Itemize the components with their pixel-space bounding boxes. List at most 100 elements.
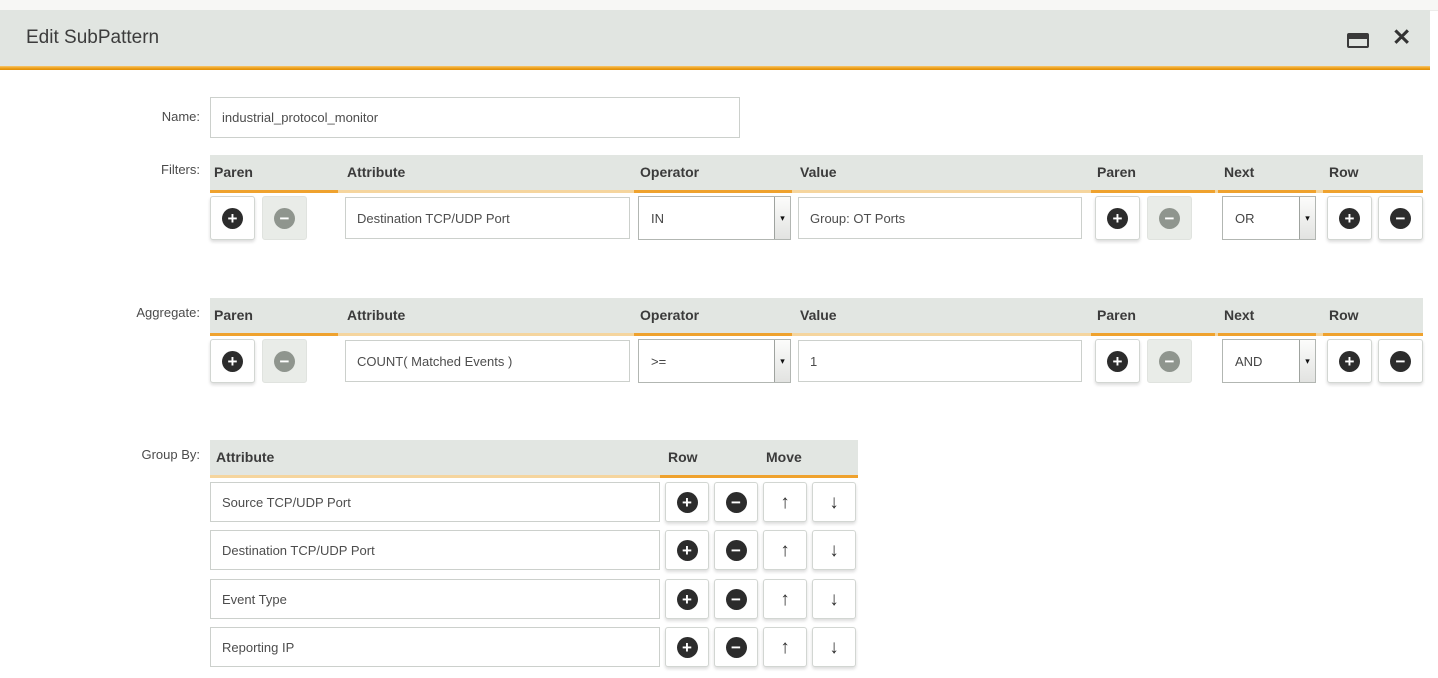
arrow-up-icon: ↑ (780, 541, 790, 560)
groupby-row-2-remove-button[interactable]: − (714, 530, 758, 570)
minus-icon: − (274, 351, 295, 372)
dropdown-arrow-icon: ▾ (1299, 197, 1315, 239)
aggregate-header-operator: Operator (640, 298, 699, 333)
groupby-label: Group By: (40, 447, 200, 463)
aggregate-paren-right-add-button[interactable]: + (1095, 339, 1140, 383)
dropdown-arrow-icon: ▾ (774, 340, 790, 382)
filters-paren-right-add-button[interactable]: + (1095, 196, 1140, 240)
filters-next-value: OR (1223, 197, 1299, 239)
plus-icon: + (677, 492, 698, 513)
aggregate-header-value: Value (800, 298, 837, 333)
aggregate-header-paren-left: Paren (214, 298, 253, 333)
aggregate-operator-select[interactable]: >= ▾ (638, 339, 791, 383)
plus-icon: + (1339, 351, 1360, 372)
aggregate-underline-paren-right (1091, 333, 1215, 336)
filters-underline-row (1323, 190, 1423, 193)
groupby-row-3-add-button[interactable]: + (665, 579, 709, 619)
aggregate-row-add-button[interactable]: + (1327, 339, 1372, 383)
aggregate-header-next: Next (1224, 298, 1254, 333)
dropdown-arrow-icon: ▾ (1299, 340, 1315, 382)
groupby-row-2-move-down-button[interactable]: ↓ (812, 530, 856, 570)
minus-icon: − (726, 492, 747, 513)
minus-icon: − (726, 540, 747, 561)
filters-header-operator: Operator (640, 155, 699, 190)
filters-paren-left-add-button[interactable]: + (210, 196, 255, 240)
filters-label: Filters: (40, 162, 200, 178)
minus-icon: − (1390, 208, 1411, 229)
dialog-title: Edit SubPattern (26, 10, 159, 66)
groupby-row-4-move-down-button[interactable]: ↓ (812, 627, 856, 667)
aggregate-next-value: AND (1223, 340, 1299, 382)
aggregate-header-attribute: Attribute (347, 298, 405, 333)
aggregate-header-row: Row (1329, 298, 1359, 333)
name-input[interactable] (210, 97, 740, 138)
groupby-underline-row-move (660, 475, 858, 478)
arrow-down-icon: ↓ (829, 541, 839, 560)
groupby-row-3-attribute-input[interactable] (210, 579, 660, 619)
groupby-row-3-move-up-button[interactable]: ↑ (763, 579, 807, 619)
aggregate-label: Aggregate: (40, 305, 200, 321)
filters-row-add-button[interactable]: + (1327, 196, 1372, 240)
groupby-row-4-move-up-button[interactable]: ↑ (763, 627, 807, 667)
groupby-row-4-add-button[interactable]: + (665, 627, 709, 667)
aggregate-value-input[interactable] (798, 340, 1082, 382)
groupby-header-bar: Attribute Row Move (210, 440, 858, 475)
groupby-row-4-remove-button[interactable]: − (714, 627, 758, 667)
aggregate-paren-right-remove-button[interactable]: − (1147, 339, 1192, 383)
groupby-row-3-remove-button[interactable]: − (714, 579, 758, 619)
groupby-row-2-attribute-input[interactable] (210, 530, 660, 570)
groupby-row-2-move-up-button[interactable]: ↑ (763, 530, 807, 570)
plus-icon: + (677, 540, 698, 561)
filters-header-bar: Paren Attribute Operator Value Paren Nex… (210, 155, 1423, 190)
filters-underline-operator (634, 190, 792, 193)
filters-value-input[interactable] (798, 197, 1082, 239)
groupby-row-4-attribute-input[interactable] (210, 627, 660, 667)
aggregate-underline-next (1218, 333, 1316, 336)
filters-header-paren-left: Paren (214, 155, 253, 190)
filters-paren-left-remove-button[interactable]: − (262, 196, 307, 240)
aggregate-operator-value: >= (639, 340, 774, 382)
filters-operator-select[interactable]: IN ▾ (638, 196, 791, 240)
groupby-row-3-move-down-button[interactable]: ↓ (812, 579, 856, 619)
minus-icon: − (726, 589, 747, 610)
name-label: Name: (40, 109, 200, 125)
groupby-header-move: Move (766, 440, 802, 475)
arrow-down-icon: ↓ (829, 638, 839, 657)
aggregate-next-select[interactable]: AND ▾ (1222, 339, 1316, 383)
dropdown-arrow-icon: ▾ (774, 197, 790, 239)
filters-header-value: Value (800, 155, 837, 190)
aggregate-paren-left-remove-button[interactable]: − (262, 339, 307, 383)
filters-header-paren-right: Paren (1097, 155, 1136, 190)
groupby-row-2-add-button[interactable]: + (665, 530, 709, 570)
filters-attribute-input[interactable] (345, 197, 630, 239)
plus-icon: + (222, 351, 243, 372)
filters-next-select[interactable]: OR ▾ (1222, 196, 1316, 240)
aggregate-paren-left-add-button[interactable]: + (210, 339, 255, 383)
groupby-row-1-move-down-button[interactable]: ↓ (812, 482, 856, 522)
aggregate-attribute-input[interactable] (345, 340, 630, 382)
groupby-header-attribute: Attribute (216, 440, 274, 475)
groupby-row-1-add-button[interactable]: + (665, 482, 709, 522)
filters-paren-right-remove-button[interactable]: − (1147, 196, 1192, 240)
close-button[interactable]: ✕ (1392, 26, 1411, 49)
filters-operator-value: IN (639, 197, 774, 239)
maximize-icon (1347, 33, 1369, 48)
aggregate-underline-row (1323, 333, 1423, 336)
edit-subpattern-dialog: Edit SubPattern ✕ Name: Filters: Aggrega… (0, 0, 1438, 678)
groupby-row-1-remove-button[interactable]: − (714, 482, 758, 522)
arrow-up-icon: ↑ (780, 590, 790, 609)
filters-row-remove-button[interactable]: − (1378, 196, 1423, 240)
arrow-down-icon: ↓ (829, 590, 839, 609)
groupby-row-1-attribute-input[interactable] (210, 482, 660, 522)
minus-icon: − (1390, 351, 1411, 372)
filters-underline-paren-left (210, 190, 338, 193)
filters-underline-next (1218, 190, 1316, 193)
filters-header-row: Row (1329, 155, 1359, 190)
filters-header-next: Next (1224, 155, 1254, 190)
filters-header-attribute: Attribute (347, 155, 405, 190)
groupby-row-1-move-up-button[interactable]: ↑ (763, 482, 807, 522)
minus-icon: − (274, 208, 295, 229)
maximize-button[interactable] (1344, 29, 1372, 51)
aggregate-row-remove-button[interactable]: − (1378, 339, 1423, 383)
plus-icon: + (1107, 208, 1128, 229)
